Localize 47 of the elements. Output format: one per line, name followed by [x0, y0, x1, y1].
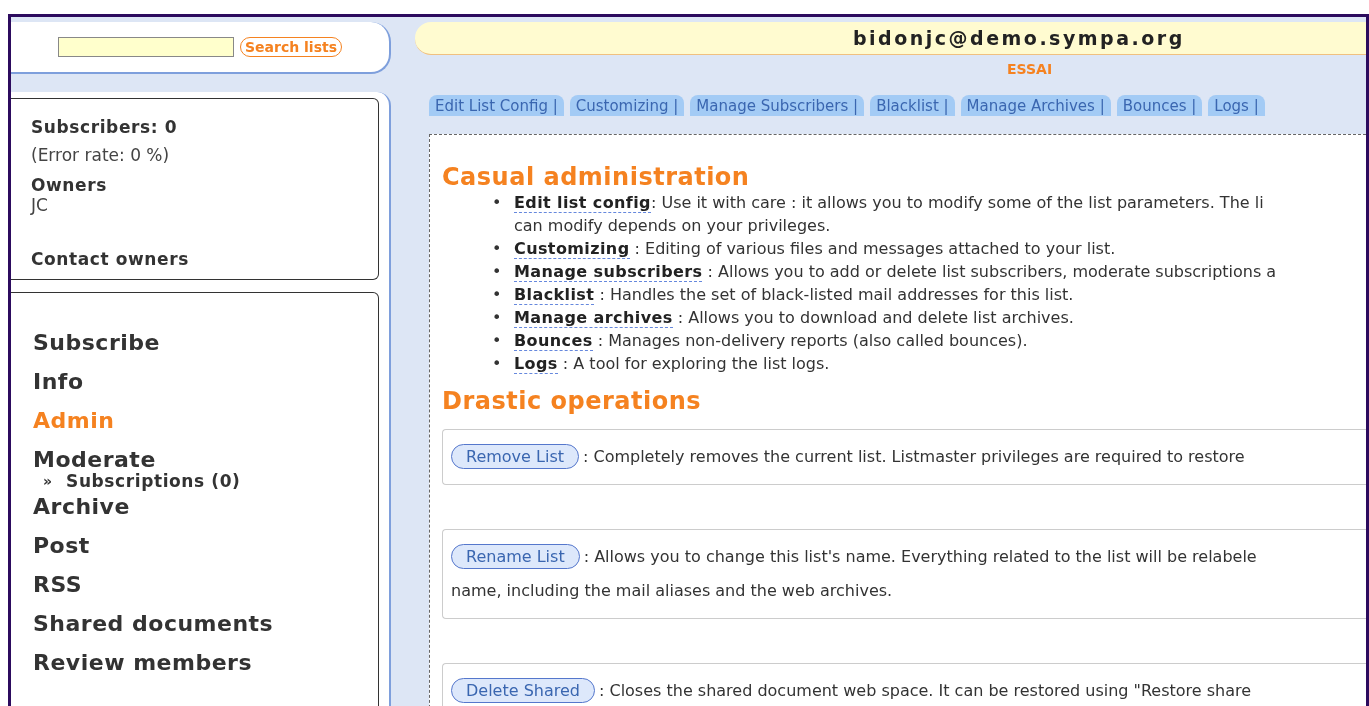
tab[interactable]: Bounces |	[1116, 95, 1203, 116]
description-text: Customizing : Editing of various files and messages attached to your list.	[514, 238, 1116, 260]
user-email: bidonjc@demo.sympa.org	[853, 27, 1185, 49]
bullet-marker: •	[492, 261, 503, 283]
help-link[interactable]: Bounces	[514, 331, 593, 351]
menu-item[interactable]: Review members	[33, 643, 253, 682]
description-text: Logs : A tool for exploring the list logs.	[514, 353, 830, 375]
contact-owners-link[interactable]: Contact owners	[31, 249, 189, 269]
bullet-marker: •	[492, 330, 503, 352]
description-text: Blacklist : Handles the set of black-listed mail addresses for this list.	[514, 284, 1074, 306]
help-link[interactable]: Customizing	[514, 239, 630, 259]
help-link[interactable]: Blacklist	[514, 285, 595, 305]
operation-button[interactable]: Remove List	[451, 444, 579, 469]
list-name: ESSAI	[1007, 61, 1053, 77]
help-link[interactable]: Manage archives	[514, 308, 673, 328]
bullet-marker: •	[492, 307, 503, 329]
operation-description: Delete Shared : Closes the shared document web space. It can be restored using "Restore share	[451, 674, 1358, 706]
description-text: Manage subscribers : Allows you to add or delete list subscribers, moderate subscriptions a	[514, 261, 1277, 283]
description-text: Bounces : Manages non-delivery reports (also called bounces).	[514, 330, 1028, 352]
bullet-marker: •	[492, 284, 503, 306]
owner-name: JC	[31, 195, 48, 215]
operation-button[interactable]: Delete Shared	[451, 678, 595, 703]
help-link[interactable]: Edit list config	[514, 193, 651, 213]
section-heading: Drastic operations	[442, 387, 703, 415]
operation-description: Rename List : Allows you to change this list's name. Everything related to the list will be relabele name, including the mail aliases and the web archives.	[451, 540, 1358, 608]
help-link[interactable]: Logs	[514, 354, 558, 374]
operation-description: Remove List : Completely removes the current list. Listmaster privileges are required to restore	[451, 440, 1358, 474]
tab[interactable]: Customizing |	[569, 95, 685, 116]
owners-label: Owners	[31, 175, 107, 195]
operation-button[interactable]: Rename List	[451, 544, 580, 569]
section-heading: Casual administration	[442, 163, 751, 191]
help-link[interactable]: Manage subscribers	[514, 262, 703, 282]
bullet-marker: »	[43, 473, 53, 489]
menu-item[interactable]: RSS	[33, 565, 83, 604]
error-rate: (Error rate: 0 %)	[31, 145, 170, 165]
description-text: Manage archives : Allows you to download and delete list archives.	[514, 307, 1074, 329]
bullet-marker: •	[492, 192, 503, 214]
tab[interactable]: Blacklist |	[870, 95, 955, 116]
search-field[interactable]	[58, 37, 234, 57]
menu-item[interactable]: Subscribe	[33, 323, 160, 362]
bullet-marker: •	[492, 353, 503, 375]
menu-item[interactable]: Info	[33, 362, 84, 401]
subscriber-count: Subscribers: 0	[31, 117, 178, 137]
menu-item[interactable]: Post	[33, 526, 90, 565]
bullet-marker: •	[492, 238, 503, 260]
description-text: Edit list config: Use it with care : it allows you to modify some of the list parameters. The li can modify depends on your privileges.	[514, 192, 1264, 237]
menu-item[interactable]: Shared documents	[33, 604, 274, 643]
